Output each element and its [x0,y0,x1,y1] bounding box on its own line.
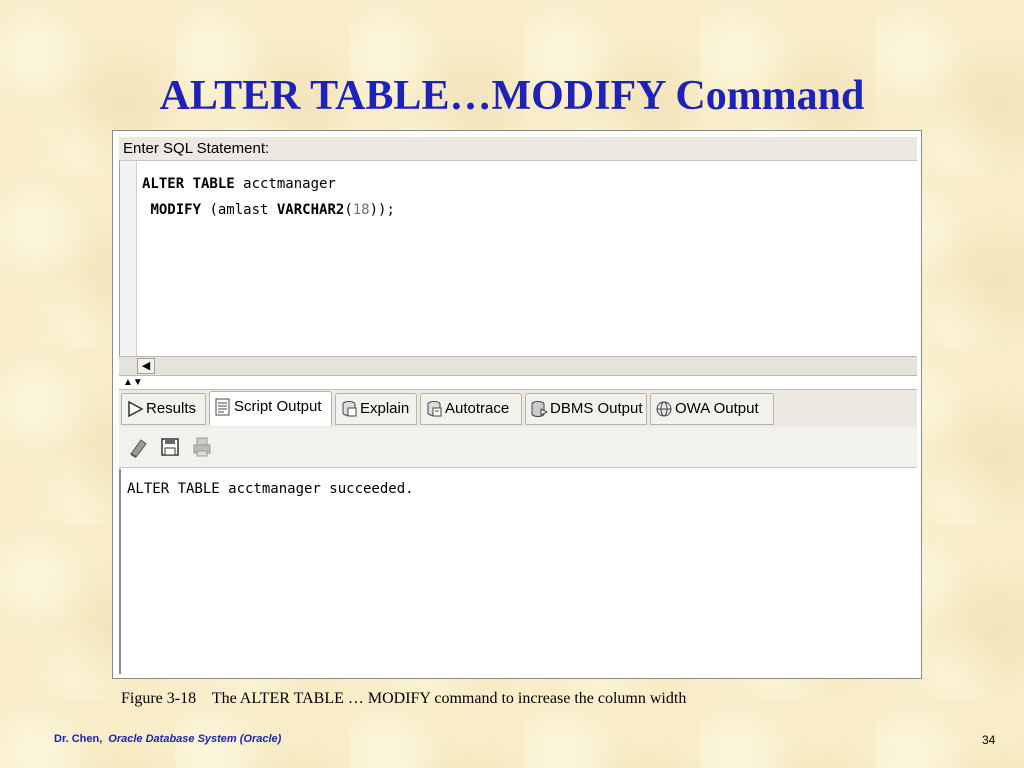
code-keyword-varchar2: VARCHAR2 [276,202,345,218]
panel-splitter[interactable]: ▲▼ [119,377,917,389]
code-close: )); [369,202,395,218]
slide-footer: Dr. Chen, Oracle Database System (Oracle) [54,733,281,745]
figure-caption: Figure 3-18 The ALTER TABLE … MODIFY com… [121,690,687,707]
tab-script-output-label: Script Output [234,398,322,415]
code-number: 18 [352,202,370,218]
code-open-paren: ( [344,202,353,218]
tab-dbms-output-label: DBMS Output [550,400,643,417]
tab-autotrace-label: Autotrace [445,400,510,417]
footer-author: Dr. Chen, [54,733,103,745]
tab-explain-label: Explain [360,400,410,417]
tab-results-label: Results [146,400,197,417]
code-column-name: (amlast [201,202,277,218]
autotrace-icon [425,400,443,418]
eraser-icon[interactable] [127,436,149,458]
tab-dbms-output[interactable]: DBMS Output [525,393,647,425]
tab-autotrace[interactable]: Autotrace [420,393,522,425]
editor-gutter [120,161,137,356]
output-tabs: Results Script Output Explain Autotrace … [119,389,917,429]
sql-code[interactable]: ALTER TABLE acctmanager MODIFY (amlast V… [142,171,395,223]
slide-title: ALTER TABLE…MODIFY Command [159,73,865,119]
script-output-area[interactable]: ALTER TABLE acctmanager succeeded. [119,469,919,674]
code-table-name: acctmanager [234,176,336,192]
code-keyword-alter-table: ALTER TABLE [142,176,235,192]
sql-developer-window: Enter SQL Statement: ALTER TABLE acctman… [112,130,922,679]
footer-course: Oracle Database System (Oracle) [108,733,282,745]
enter-sql-label: Enter SQL Statement: [119,137,917,161]
save-icon[interactable] [159,436,181,458]
output-toolbar [119,427,917,468]
code-keyword-modify: MODIFY [150,202,202,218]
owa-output-icon [655,400,673,418]
sql-editor[interactable]: ALTER TABLE acctmanager MODIFY (amlast V… [119,161,918,356]
tab-results[interactable]: Results [121,393,206,425]
explain-icon [340,400,358,418]
tab-owa-output-label: OWA Output [675,400,759,417]
script-output-text: ALTER TABLE acctmanager succeeded. [127,481,414,497]
tab-script-output[interactable]: Script Output [209,391,332,426]
print-icon[interactable] [191,436,213,458]
editor-horizontal-scrollbar[interactable]: ◀ [119,356,917,376]
page-number: 34 [982,733,996,747]
dbms-output-icon [530,400,548,418]
script-icon [214,398,232,416]
play-icon [126,400,144,418]
tab-owa-output[interactable]: OWA Output [650,393,774,425]
collapse-arrows-icon[interactable]: ▲▼ [123,377,143,389]
tab-explain[interactable]: Explain [335,393,417,425]
scroll-left-icon[interactable]: ◀ [137,358,155,374]
